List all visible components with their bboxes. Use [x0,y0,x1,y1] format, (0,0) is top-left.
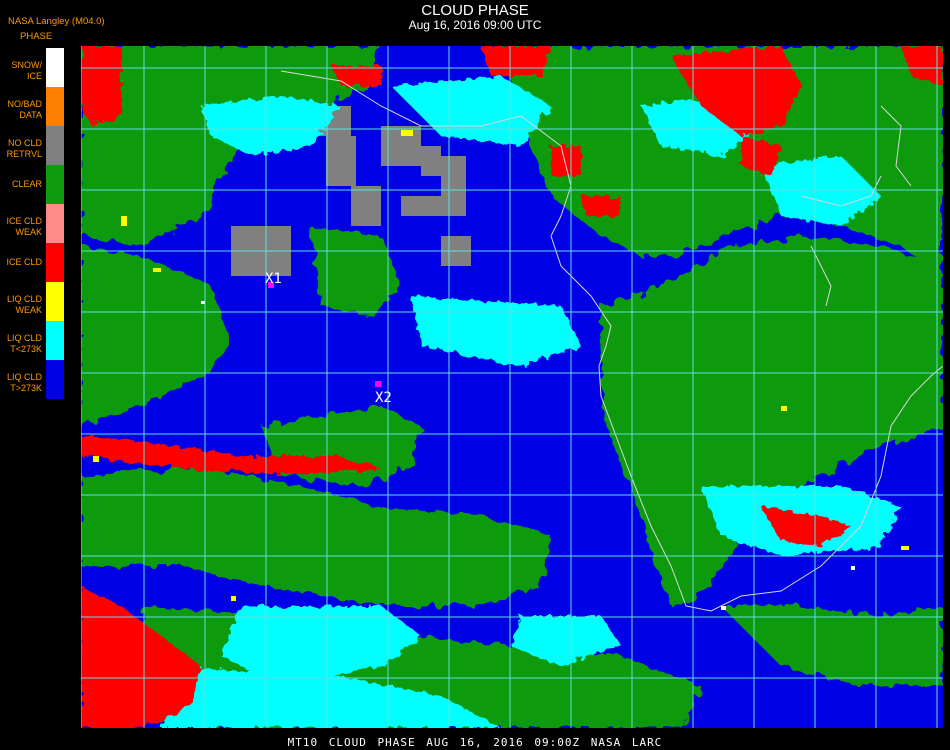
legend-swatch [46,282,64,321]
legend-item-liq-cld-warm: LIQ CLD T>273K [0,360,66,399]
legend-swatch [46,48,64,87]
legend-item-clear: CLEAR [0,165,66,204]
legend-label: LIQ CLD WEAK [6,294,42,315]
map-canvas: X1 X2 [81,46,943,728]
map-title: CLOUD PHASE [421,2,529,19]
legend-swatch [46,165,64,204]
legend-swatch [46,126,64,165]
legend-label: CLEAR [11,179,42,189]
legend-label: ICE CLD WEAK [6,216,42,237]
legend-swatch [46,321,64,360]
footer-caption: MT10 CLOUD PHASE AUG 16, 2016 09:00Z NAS… [287,736,663,749]
legend-swatch [46,204,64,243]
cloud-phase-map: X1 X2 [81,46,943,728]
legend-item-no-bad-data: NO/BAD DATA [0,87,66,126]
legend-item-snow-ice: SNOW/ ICE [0,48,66,87]
legend-swatch [46,360,64,399]
legend-item-ice-cld-weak: ICE CLD WEAK [0,204,66,243]
legend-swatch [46,243,64,282]
marker-x1: X1 [265,271,282,288]
legend-item-no-cld-retrvl: NO CLD RETRVL [0,126,66,165]
legend-swatch [46,87,64,126]
marker-x2-label: X2 [375,390,392,406]
legend-label: ICE CLD [6,257,42,267]
marker-x2-point [375,381,381,387]
legend-label: NO/BAD DATA [7,99,42,120]
legend-item-liq-cld-cold: LIQ CLD T<273K [0,321,66,360]
legend-label: SNOW/ ICE [11,60,43,81]
legend-label: NO CLD RETRVL [6,138,42,159]
legend-label: LIQ CLD T>273K [6,372,42,393]
map-subtitle: Aug 16, 2016 09:00 UTC [408,18,542,32]
legend-title: PHASE [20,31,53,42]
marker-x1-label: X1 [265,271,282,287]
legend-label: LIQ CLD T<273K [6,333,42,354]
phase-legend: SNOW/ ICE NO/BAD DATA NO CLD RETRVL CLEA… [0,48,66,400]
legend-item-liq-cld-weak: LIQ CLD WEAK [0,282,66,321]
legend-item-ice-cld: ICE CLD [0,243,66,282]
